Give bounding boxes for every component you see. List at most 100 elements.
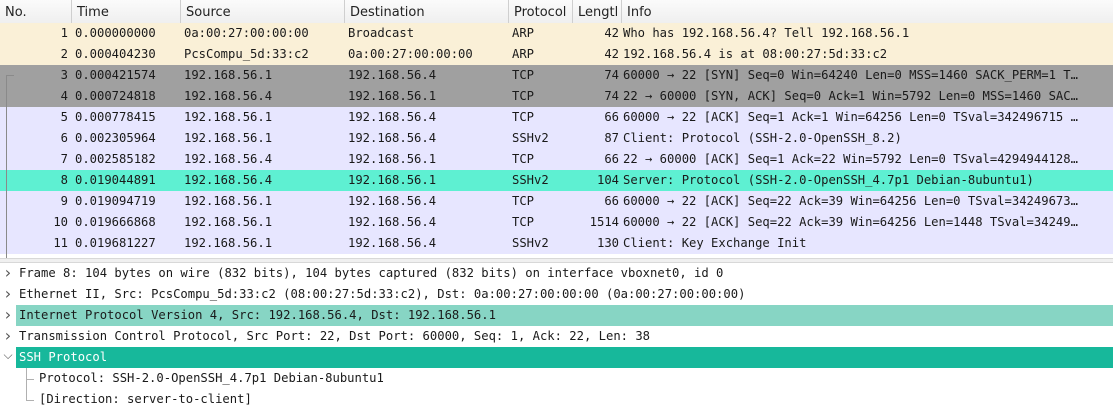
packet-cell-proto: ARP bbox=[512, 47, 535, 61]
packet-cell-no: 4 bbox=[60, 89, 68, 103]
packet-row[interactable]: 10 0.019666868 192.168.56.1 192.168.56.4 TCP… bbox=[0, 212, 1113, 233]
packet-cell-no: 1 bbox=[60, 26, 68, 40]
packet-cell-info: Client: Protocol (SSH-2.0-OpenSSH_8.2) bbox=[623, 131, 902, 145]
packet-cell-no: 11 bbox=[53, 236, 68, 250]
chevron-down-icon[interactable]: ⌵ bbox=[1, 347, 15, 368]
packet-cell-src: PcsCompu_5d:33:c2 bbox=[184, 47, 309, 61]
packet-row[interactable]: 2 0.000404230 PcsCompu_5d:33:c2 0a:00:27:00… bbox=[0, 44, 1113, 65]
tree-branch-icon bbox=[26, 400, 34, 401]
packet-cell-src: 192.168.56.1 bbox=[184, 194, 273, 208]
tree-item-label: Ethernet II, Src: PcsCompu_5d:33:c2 (08:… bbox=[19, 287, 746, 301]
packet-cell-info: 60000 → 22 [ACK] Seq=22 Ack=39 Win=64256… bbox=[623, 194, 1078, 208]
packet-cell-info: 22 → 60000 [ACK] Seq=1 Ack=22 Win=5792 L… bbox=[623, 152, 1078, 166]
packet-cell-proto: TCP bbox=[512, 152, 535, 166]
packet-cell-time: 0.000421574 bbox=[75, 68, 156, 82]
packet-cell-proto: TCP bbox=[512, 68, 535, 82]
packet-cell-dst: 0a:00:27:00:00:00 bbox=[348, 47, 473, 61]
packet-details-tree[interactable]: › Frame 8: 104 bytes on wire (832 bits), … bbox=[0, 263, 1113, 414]
tree-item[interactable]: [Direction: server-to-client] bbox=[0, 389, 1113, 410]
column-header-info[interactable]: Info bbox=[622, 0, 1113, 25]
packet-cell-no: 7 bbox=[60, 152, 68, 166]
column-header-no[interactable]: No. bbox=[0, 0, 72, 25]
packet-cell-time: 0.019666868 bbox=[75, 215, 156, 229]
packet-row[interactable]: 3 0.000421574 192.168.56.1 192.168.56.4 TCP 7… bbox=[0, 65, 1113, 86]
packet-cell-len: 74 bbox=[604, 89, 619, 103]
packet-cell-proto: TCP bbox=[512, 89, 535, 103]
packet-cell-time: 0.002585182 bbox=[75, 152, 156, 166]
tree-item[interactable]: › Internet Protocol Version 4, Src: 192.1… bbox=[0, 305, 1113, 326]
column-header-destination[interactable]: Destination bbox=[345, 0, 509, 25]
packet-cell-len: 104 bbox=[596, 173, 619, 187]
packet-cell-src: 192.168.56.1 bbox=[184, 131, 273, 145]
tree-item-label: Internet Protocol Version 4, Src: 192.16… bbox=[19, 308, 496, 322]
packet-cell-no: 8 bbox=[60, 173, 68, 187]
conversation-start-icon bbox=[6, 75, 14, 76]
packet-cell-time: 0.000404230 bbox=[75, 47, 156, 61]
packet-row[interactable]: 1 0.000000000 0a:00:27:00:00:00 Broadcast AR… bbox=[0, 23, 1113, 44]
packet-cell-info: Who has 192.168.56.4? Tell 192.168.56.1 bbox=[623, 26, 910, 40]
chevron-right-icon[interactable]: › bbox=[1, 326, 15, 347]
packet-cell-no: 2 bbox=[60, 47, 68, 61]
packet-cell-len: 1514 bbox=[589, 215, 619, 229]
packet-cell-info: 60000 → 22 [SYN] Seq=0 Win=64240 Len=0 M… bbox=[623, 68, 1078, 82]
tree-item-label: Transmission Control Protocol, Src Port:… bbox=[19, 329, 651, 343]
packet-cell-dst: Broadcast bbox=[348, 26, 415, 40]
packet-cell-dst: 192.168.56.4 bbox=[348, 68, 437, 82]
tree-item[interactable]: › Ethernet II, Src: PcsCompu_5d:33:c2 (08… bbox=[0, 284, 1113, 305]
packet-cell-info: Server: Protocol (SSH-2.0-OpenSSH_4.7p1 … bbox=[623, 173, 1034, 187]
packet-cell-src: 192.168.56.4 bbox=[184, 152, 273, 166]
packet-cell-time: 0.019044891 bbox=[75, 173, 156, 187]
packet-cell-len: 66 bbox=[604, 194, 619, 208]
packet-cell-src: 192.168.56.1 bbox=[184, 236, 273, 250]
chevron-right-icon[interactable]: › bbox=[1, 284, 15, 305]
packet-row[interactable]: 9 0.019094719 192.168.56.1 192.168.56.4 TCP 6… bbox=[0, 191, 1113, 212]
packet-cell-proto: SSHv2 bbox=[512, 131, 549, 145]
packet-cell-src: 192.168.56.4 bbox=[184, 89, 273, 103]
packet-cell-len: 74 bbox=[604, 68, 619, 82]
packet-cell-len: 66 bbox=[604, 110, 619, 124]
packet-cell-dst: 192.168.56.4 bbox=[348, 131, 437, 145]
packet-cell-info: 192.168.56.4 is at 08:00:27:5d:33:c2 bbox=[623, 47, 888, 61]
tree-branch-icon bbox=[26, 379, 34, 380]
packet-cell-len: 66 bbox=[604, 152, 619, 166]
packet-row[interactable]: 11 0.019681227 192.168.56.1 192.168.56.4 SSH… bbox=[0, 233, 1113, 254]
packet-cell-dst: 192.168.56.1 bbox=[348, 173, 437, 187]
column-header-time[interactable]: Time bbox=[72, 0, 181, 25]
packet-cell-proto: ARP bbox=[512, 26, 535, 40]
packet-cell-len: 42 bbox=[604, 47, 619, 61]
tree-item[interactable]: Protocol: SSH-2.0-OpenSSH_4.7p1 Debian-8… bbox=[0, 368, 1113, 389]
packet-cell-no: 9 bbox=[60, 194, 68, 208]
tree-item[interactable]: ⌵ SSH Protocol bbox=[0, 347, 1113, 368]
packet-row[interactable]: 5 0.000778415 192.168.56.1 192.168.56.4 TCP 6… bbox=[0, 107, 1113, 128]
packet-cell-info: Client: Key Exchange Init bbox=[623, 236, 807, 250]
packet-cell-len: 42 bbox=[604, 26, 619, 40]
packet-row-selected[interactable]: 8 0.019044891 192.168.56.4 192.168.56.1 SSHv… bbox=[0, 170, 1113, 191]
tree-item[interactable]: › Frame 8: 104 bytes on wire (832 bits), … bbox=[0, 263, 1113, 284]
tree-item-label: [Direction: server-to-client] bbox=[39, 392, 252, 406]
packet-cell-proto: TCP bbox=[512, 215, 535, 229]
packet-cell-dst: 192.168.56.4 bbox=[348, 215, 437, 229]
column-header-protocol[interactable]: Protocol bbox=[509, 0, 573, 25]
tree-item-label: Frame 8: 104 bytes on wire (832 bits), 1… bbox=[19, 266, 724, 280]
packet-list[interactable]: No. Time Source Destination Protocol Len… bbox=[0, 0, 1113, 258]
conversation-line-icon bbox=[6, 75, 7, 258]
packet-row[interactable]: 6 0.002305964 192.168.56.1 192.168.56.4 SSHv… bbox=[0, 128, 1113, 149]
column-header-source[interactable]: Source bbox=[181, 0, 345, 25]
packet-cell-src: 192.168.56.1 bbox=[184, 110, 273, 124]
packet-cell-no: 10 bbox=[53, 215, 68, 229]
packet-cell-no: 6 bbox=[60, 131, 68, 145]
packet-cell-src: 192.168.56.4 bbox=[184, 173, 273, 187]
chevron-right-icon[interactable]: › bbox=[1, 305, 15, 326]
tree-item[interactable]: › Transmission Control Protocol, Src Port… bbox=[0, 326, 1113, 347]
tree-item-label: SSH Protocol bbox=[19, 350, 108, 364]
packet-cell-proto: TCP bbox=[512, 194, 535, 208]
packet-cell-proto: SSHv2 bbox=[512, 236, 549, 250]
packet-cell-no: 5 bbox=[60, 110, 68, 124]
packet-cell-len: 130 bbox=[596, 236, 619, 250]
tree-item-label: Protocol: SSH-2.0-OpenSSH_4.7p1 Debian-8… bbox=[39, 371, 384, 385]
packet-row[interactable]: 4 0.000724818 192.168.56.4 192.168.56.1 TCP 7… bbox=[0, 86, 1113, 107]
chevron-right-icon[interactable]: › bbox=[1, 263, 15, 284]
packet-cell-time: 0.000778415 bbox=[75, 110, 156, 124]
column-header-length[interactable]: Lengtl bbox=[573, 0, 622, 25]
packet-row[interactable]: 7 0.002585182 192.168.56.4 192.168.56.1 TCP 6… bbox=[0, 149, 1113, 170]
